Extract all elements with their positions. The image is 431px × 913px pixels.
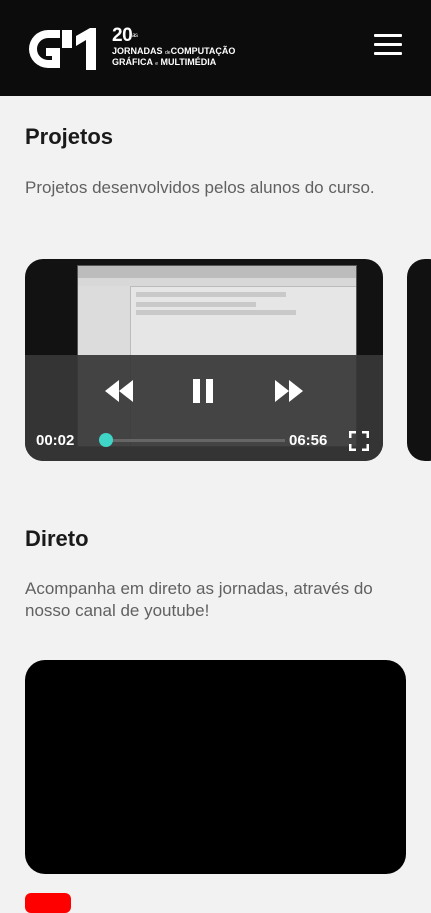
logo-edition: 20as	[112, 25, 138, 46]
direto-title: Direto	[25, 526, 89, 551]
duration: 06:56	[289, 432, 328, 449]
logo[interactable]: 20as JORNADAS deCOMPUTAÇÃO GRÁFICA e MUL…	[24, 26, 274, 74]
pause-icon[interactable]	[192, 379, 214, 403]
fullscreen-icon[interactable]	[349, 431, 369, 451]
direto-description: Acompanha em direto as jornadas, através…	[25, 579, 373, 620]
projetos-description: Projetos desenvolvidos pelos alunos do c…	[25, 178, 375, 197]
fast-forward-icon[interactable]	[275, 380, 303, 402]
youtube-icon[interactable]	[25, 893, 71, 913]
progress-handle[interactable]	[98, 433, 113, 447]
rewind-icon[interactable]	[105, 380, 133, 402]
projetos-title: Projetos	[25, 124, 114, 149]
next-video-card[interactable]	[407, 259, 431, 461]
app-header: 20as JORNADAS deCOMPUTAÇÃO GRÁFICA e MUL…	[0, 0, 431, 96]
current-time: 00:02	[36, 432, 75, 449]
live-stream-player[interactable]	[25, 660, 406, 874]
cg-logo-mark	[28, 28, 96, 70]
project-video-player[interactable]: 00:02 06:56	[25, 259, 383, 461]
progress-track[interactable]	[105, 439, 285, 442]
video-controls-overlay	[25, 355, 383, 461]
hamburger-menu-icon[interactable]	[374, 34, 402, 56]
logo-text-line-2: GRÁFICA e MULTIMÉDIA	[112, 57, 217, 67]
